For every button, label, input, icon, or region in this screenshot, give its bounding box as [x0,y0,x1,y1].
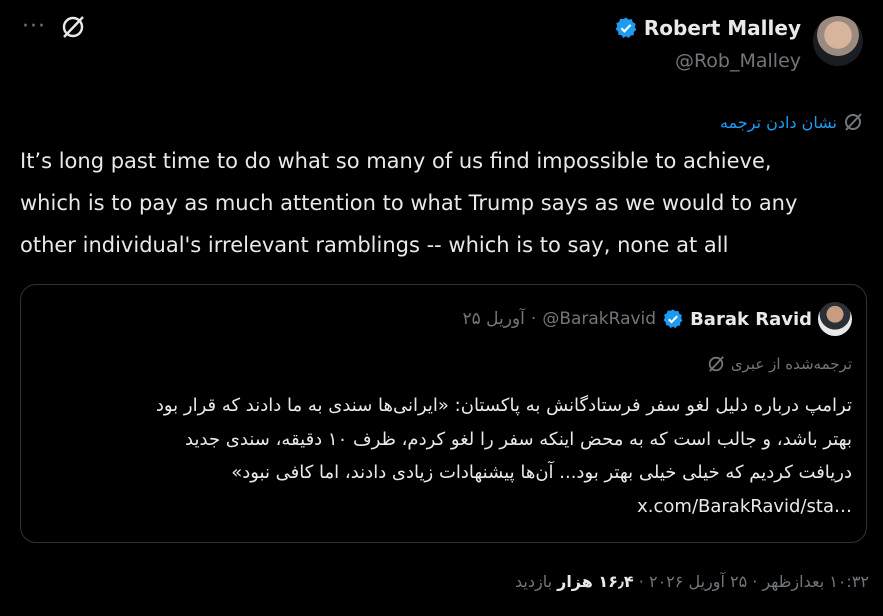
footer-separator: · [638,572,644,591]
author-name-row[interactable]: Robert Malley [614,14,801,42]
show-translation-row[interactable]: نشان دادن ترجمه [720,112,863,132]
grok-icon[interactable] [60,14,86,40]
tweet-time[interactable]: ۱۰:۳۲ بعدازظهر [762,572,869,591]
tweet-text: It’s long past time to do what so many o… [20,140,870,266]
footer-separator: · [752,572,758,591]
quoted-tweet-body: ترامپ درباره دلیل لغو سفر فرستادگانش به … [52,389,852,523]
quoted-date: ۲۵ آوریل [462,309,525,329]
tweet-line: It’s long past time to do what so many o… [20,149,772,173]
quoted-link[interactable]: x.com/BarakRavid/sta… [637,490,852,524]
quoted-author-name: Barak Ravid [690,308,812,330]
author-handle[interactable]: @Rob_Malley [614,50,801,72]
translate-grok-icon [843,112,863,132]
quoted-line: دریافت کردیم که خیلی خیلی بهتر بود... آن… [231,462,852,483]
tweet-date[interactable]: ۲۵ آوریل ۲۰۲۶ [649,572,747,591]
quoted-line: ترامپ درباره دلیل لغو سفر فرستادگانش به … [155,395,852,416]
show-translation-link[interactable]: نشان دادن ترجمه [720,113,837,132]
views-label: بازدید [514,572,553,591]
views-count: ۱۶٫۴ هزار [557,572,634,591]
grok-small-icon [707,355,725,373]
top-actions: ··· [22,14,86,40]
quoted-tweet-header: Barak Ravid @BarakRavid · ۲۵ آوریل [462,302,852,336]
verified-badge-icon [662,308,684,330]
quoted-author-avatar [818,302,852,336]
author-name[interactable]: Robert Malley [644,16,801,40]
more-options-icon[interactable]: ··· [22,16,46,38]
translated-from-label: ترجمه‌شده از عبری [730,355,852,373]
quoted-tweet[interactable]: Barak Ravid @BarakRavid · ۲۵ آوریل ترجمه… [20,284,867,543]
tweet-line: other individual's irrelevant ramblings … [20,233,729,257]
verified-badge-icon [614,16,638,40]
author-block: Robert Malley @Rob_Malley [614,14,801,72]
translated-from-row: ترجمه‌شده از عبری [707,355,852,373]
tweet-footer: ۱۰:۳۲ بعدازظهر · ۲۵ آوریل ۲۰۲۶ · ۱۶٫۴ هز… [515,572,869,591]
meta-separator: · [530,309,537,329]
quoted-author-handle: @BarakRavid [542,309,657,329]
quoted-line: بهتر باشد، و جالب است که به محض اینکه سف… [185,428,852,450]
tweet-line: which is to pay as much attention to wha… [20,191,798,215]
author-avatar[interactable] [813,16,863,66]
